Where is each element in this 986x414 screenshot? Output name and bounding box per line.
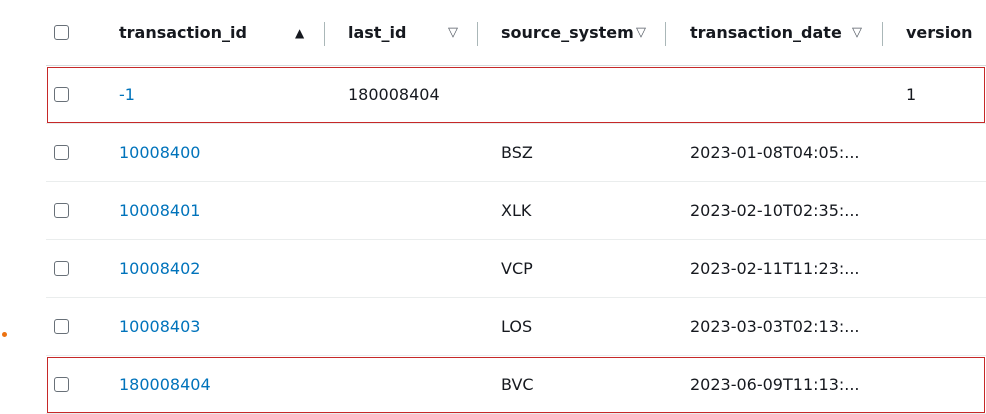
transaction-date-value: 2023-02-11T11:23:... — [690, 259, 860, 278]
row-select-cell — [54, 66, 69, 123]
select-all-cell — [54, 0, 69, 65]
sort-ascending-icon[interactable]: ▲ — [295, 26, 304, 40]
row-select-cell — [54, 240, 69, 297]
row-select-cell — [54, 124, 69, 181]
source-system-value: VCP — [501, 259, 533, 278]
last-id-value: 180008404 — [348, 85, 440, 104]
header-transaction-date[interactable]: transaction_date — [690, 0, 842, 65]
sort-icon-cell: ▽ — [448, 0, 458, 65]
column-divider[interactable] — [477, 22, 478, 46]
header-transaction-id-label: transaction_id — [119, 23, 247, 42]
row-select-cell — [54, 298, 69, 355]
transaction-id-link[interactable]: 10008402 — [119, 259, 200, 278]
table-row[interactable]: 10008400 BSZ 2023-01-08T04:05:... — [46, 124, 986, 182]
transaction-date-value: 2023-06-09T11:13:... — [690, 375, 860, 394]
header-source-system-label: source_system — [501, 23, 634, 42]
sort-icon-cell: ▽ — [852, 0, 862, 65]
transaction-date-value: 2023-01-08T04:05:... — [690, 143, 860, 162]
transaction-id-link[interactable]: 10008403 — [119, 317, 200, 336]
table-header-row: transaction_id ▲ last_id ▽ source_system… — [46, 0, 986, 66]
row-checkbox[interactable] — [54, 377, 69, 392]
sort-asc-icon-cell: ▲ — [295, 0, 304, 65]
table-row[interactable]: 10008401 XLK 2023-02-10T02:35:... — [46, 182, 986, 240]
sort-descending-icon[interactable]: ▽ — [852, 25, 862, 40]
transaction-id-link[interactable]: 180008404 — [119, 375, 211, 394]
row-checkbox[interactable] — [54, 319, 69, 334]
column-divider[interactable] — [665, 22, 666, 46]
source-system-value: BSZ — [501, 143, 533, 162]
row-checkbox[interactable] — [54, 145, 69, 160]
table-row[interactable]: -1 180008404 1 — [46, 66, 986, 124]
transactions-table: transaction_id ▲ last_id ▽ source_system… — [46, 0, 986, 414]
header-last-id[interactable]: last_id — [348, 0, 406, 65]
source-system-value: LOS — [501, 317, 533, 336]
table-row[interactable]: 10008402 VCP 2023-02-11T11:23:... — [46, 240, 986, 298]
row-select-cell — [54, 356, 69, 413]
version-value: 1 — [906, 85, 917, 104]
select-all-checkbox[interactable] — [54, 25, 69, 40]
table-row[interactable]: 10008403 LOS 2023-03-03T02:13:... — [46, 298, 986, 356]
transaction-id-link[interactable]: 10008401 — [119, 201, 200, 220]
header-source-system[interactable]: source_system — [501, 0, 634, 65]
transaction-date-value: 2023-03-03T02:13:... — [690, 317, 860, 336]
header-version[interactable]: version — [906, 0, 973, 65]
header-transaction-id[interactable]: transaction_id — [119, 0, 247, 65]
source-system-value: XLK — [501, 201, 532, 220]
column-divider[interactable] — [324, 22, 325, 46]
row-checkbox[interactable] — [54, 261, 69, 276]
sort-descending-icon[interactable]: ▽ — [448, 25, 458, 40]
table-row[interactable]: 180008404 BVC 2023-06-09T11:13:... — [46, 356, 986, 414]
transaction-id-link[interactable]: 10008400 — [119, 143, 200, 162]
transaction-date-value: 2023-02-10T02:35:... — [690, 201, 860, 220]
row-select-cell — [54, 182, 69, 239]
header-transaction-date-label: transaction_date — [690, 23, 842, 42]
status-indicator-dot — [2, 332, 7, 337]
header-version-label: version — [906, 23, 973, 42]
row-checkbox[interactable] — [54, 87, 69, 102]
column-divider[interactable] — [882, 22, 883, 46]
header-last-id-label: last_id — [348, 23, 407, 42]
source-system-value: BVC — [501, 375, 534, 394]
sort-icon-cell: ▽ — [636, 0, 646, 65]
sort-descending-icon[interactable]: ▽ — [636, 25, 646, 40]
transaction-id-link[interactable]: -1 — [119, 85, 135, 104]
row-checkbox[interactable] — [54, 203, 69, 218]
